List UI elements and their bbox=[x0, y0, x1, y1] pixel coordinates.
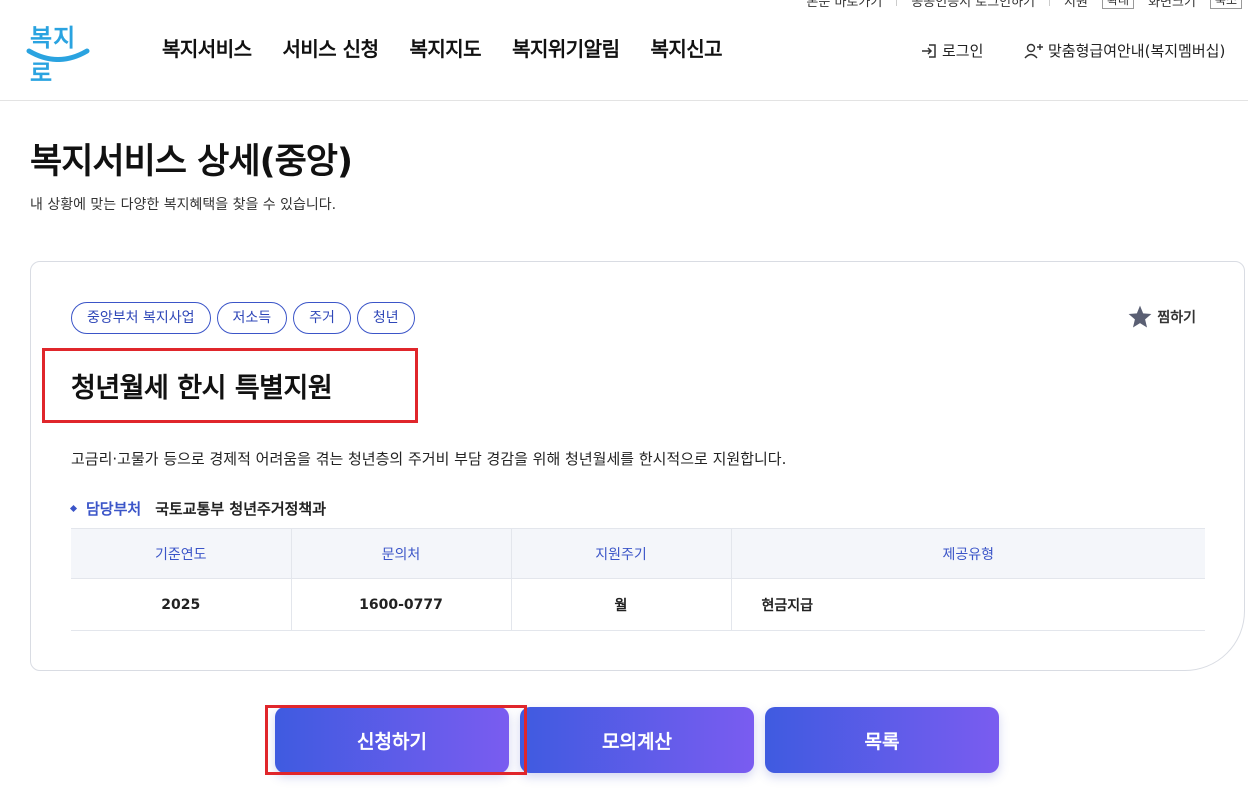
tag-youth[interactable]: 청년 bbox=[356, 302, 415, 334]
main-nav: 복지서비스 서비스 신청 복지지도 복지위기알림 복지신고 bbox=[162, 33, 723, 62]
favorite-label: 찜하기 bbox=[1157, 310, 1196, 326]
tag-low-income[interactable]: 저소득 bbox=[216, 302, 288, 334]
cell-contact: 1600-0777 bbox=[290, 578, 511, 631]
header-contact: 문의처 bbox=[290, 528, 511, 579]
login-icon bbox=[922, 43, 936, 58]
cell-provision-type: 현금지급 bbox=[730, 578, 1205, 631]
service-detail-card: 중앙부처 복지사업 저소득 주거 청년 찜하기 청년월세 한시 특별지원 고금리… bbox=[30, 261, 1245, 671]
nav-welfare-services[interactable]: 복지서비스 bbox=[162, 33, 252, 62]
department-row: 담당부처 국토교통부 청년주거정책과 bbox=[69, 498, 327, 519]
page-subtitle: 내 상황에 맞는 다양한 복지혜택을 찾을 수 있습니다. bbox=[30, 197, 337, 213]
nav-welfare-crisis-alert[interactable]: 복지위기알림 bbox=[512, 33, 620, 62]
membership-link[interactable]: 맞춤형급여안내(복지멤버십) bbox=[1024, 40, 1225, 61]
header-provision-type: 제공유형 bbox=[730, 528, 1205, 579]
nav-welfare-report[interactable]: 복지신고 bbox=[650, 33, 722, 62]
apply-button[interactable]: 신청하기 bbox=[275, 707, 509, 773]
service-info-table: 기준연도 문의처 지원주기 제공유형 2025 1600-0777 월 현금지급 bbox=[71, 528, 1205, 631]
service-description: 고금리·고물가 등으로 경제적 어려움을 겪는 청년층의 주거비 부담 경감을 … bbox=[71, 450, 787, 468]
table-row: 2025 1600-0777 월 현금지급 bbox=[71, 578, 1205, 631]
logo-smile-icon bbox=[26, 48, 90, 62]
department-value: 국토교통부 청년주거정책과 bbox=[155, 500, 327, 518]
login-button[interactable]: 로그인 bbox=[920, 40, 983, 61]
simulation-button[interactable]: 모의계산 bbox=[520, 707, 754, 773]
header-base-year: 기준연도 bbox=[71, 528, 291, 579]
table-header-row: 기준연도 문의처 지원주기 제공유형 bbox=[71, 528, 1205, 579]
login-label: 로그인 bbox=[942, 42, 984, 60]
user-add-icon bbox=[1024, 43, 1043, 58]
star-icon bbox=[1128, 305, 1152, 328]
bullet-icon bbox=[69, 504, 78, 513]
header-support-cycle: 지원주기 bbox=[510, 528, 731, 579]
membership-label: 맞춤형급여안내(복지멤버십) bbox=[1048, 42, 1226, 60]
nav-welfare-map[interactable]: 복지지도 bbox=[409, 33, 481, 62]
department-label: 담당부처 bbox=[86, 500, 142, 518]
tag-list: 중앙부처 복지사업 저소득 주거 청년 bbox=[71, 302, 415, 334]
list-button[interactable]: 목록 bbox=[765, 707, 999, 773]
tag-housing[interactable]: 주거 bbox=[293, 302, 351, 334]
service-title: 청년월세 한시 특별지원 bbox=[71, 373, 333, 404]
favorite-button[interactable]: 찜하기 bbox=[1127, 304, 1196, 330]
page-title: 복지서비스 상세(중앙) bbox=[30, 142, 353, 182]
site-logo[interactable]: 복지로 bbox=[26, 18, 90, 87]
nav-service-apply[interactable]: 서비스 신청 bbox=[283, 33, 379, 62]
cell-base-year: 2025 bbox=[71, 578, 291, 631]
cell-support-cycle: 월 bbox=[510, 578, 731, 631]
site-header: 복지로 복지서비스 서비스 신청 복지지도 복지위기알림 복지신고 로그인 맞춤… bbox=[0, 0, 1248, 101]
tag-central-ministry[interactable]: 중앙부처 복지사업 bbox=[71, 302, 211, 334]
